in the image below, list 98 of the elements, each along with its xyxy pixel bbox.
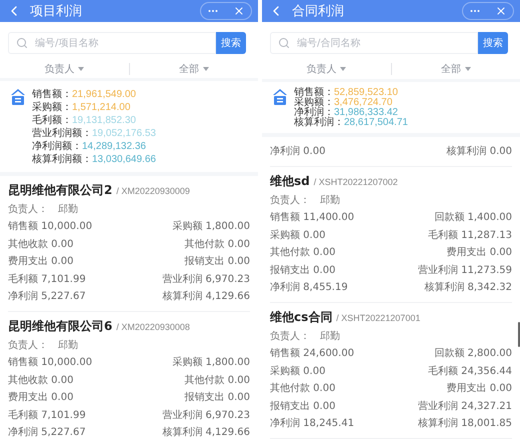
summary-label: 核算利润： <box>294 118 344 128</box>
summary-label: 净利润额： <box>32 140 82 153</box>
summary-label: 采购额： <box>294 98 334 108</box>
caret-icon <box>464 67 471 72</box>
metric-text: 净利润 8,455.19 <box>270 280 348 294</box>
record-code: / XM20220930009 <box>116 186 190 196</box>
metric-text: 毛利额 11,287.13 <box>428 228 512 242</box>
summary-label: 销售额： <box>294 88 334 98</box>
metric-text: 核算利润 0.00 <box>446 144 512 158</box>
metric-text: 其他收款 0.00 <box>8 374 74 387</box>
metric-text: 回款额 1,400.00 <box>434 210 512 224</box>
metric-text: 采购额 1,800.00 <box>172 220 250 234</box>
summary-value: 52,859,523.10 <box>334 88 398 98</box>
search-icon <box>278 37 290 49</box>
summary-icon <box>272 88 288 106</box>
owner-label: 负责人： <box>8 202 48 216</box>
metric-text: 核算利润 4,129.66 <box>162 290 250 304</box>
summary-label: 净利润： <box>294 108 334 118</box>
metric-text: 销售额 24,600.00 <box>270 346 354 360</box>
record-code: / XSHT20221207001 <box>336 313 420 323</box>
metric-text: 毛利额 7,101.99 <box>8 408 86 422</box>
filter-dropdown[interactable]: 全部 <box>130 62 258 76</box>
metric-text: 其他付款 0.00 <box>184 238 250 251</box>
owner-name: 邱勤 <box>320 194 340 207</box>
summary-value: 3,476,724.70 <box>334 98 392 108</box>
record-name[interactable]: 昆明维他有限公司2 <box>8 182 112 199</box>
search-button[interactable]: 搜索 <box>478 32 508 54</box>
metric-text: 营业利润 6,970.23 <box>162 272 250 286</box>
metric-text: 费用支出 0.00 <box>446 382 512 396</box>
metric-text: 费用支出 0.00 <box>446 246 512 260</box>
summary-value: 31,986,333.42 <box>334 108 398 118</box>
close-icon[interactable] <box>233 5 245 17</box>
metric-text: 其他收款 0.00 <box>8 238 74 251</box>
record-name[interactable]: 维他cs合同 <box>270 309 332 326</box>
metric-text: 毛利额 24,356.44 <box>428 364 512 378</box>
summary-value: 19,131,852.30 <box>72 114 136 127</box>
metric-text: 报销支出 0.00 <box>270 400 336 413</box>
record-name[interactable]: 昆明维他有限公司6 <box>8 318 112 335</box>
summary-label: 核算利润额： <box>32 153 92 166</box>
summary-label: 营业利润额： <box>32 127 92 140</box>
filter-dropdown[interactable]: 负责人 <box>0 62 128 76</box>
metric-text: 采购额 1,800.00 <box>172 356 250 370</box>
filter-dropdown[interactable]: 负责人 <box>262 62 390 76</box>
metric-text: 其他付款 0.00 <box>270 382 336 396</box>
metric-text: 销售额 10,000.00 <box>8 220 92 234</box>
metric-text: 销售额 10,000.00 <box>8 356 92 370</box>
filter-dropdown[interactable]: 全部 <box>392 62 520 76</box>
metric-text: 回款额 2,800.00 <box>434 346 512 360</box>
metric-text: 净利润 5,227.67 <box>8 426 86 439</box>
search-icon <box>16 37 28 49</box>
owner-name: 邱勤 <box>58 338 78 352</box>
summary-value: 13,030,649.66 <box>92 153 156 166</box>
metric-text: 营业利润 6,970.23 <box>162 408 250 422</box>
owner-label: 负责人： <box>270 330 310 343</box>
metric-text: 营业利润 11,273.59 <box>418 264 512 277</box>
summary-value: 14,289,132.36 <box>82 140 146 153</box>
metric-text: 营业利润 24,327.21 <box>418 400 512 413</box>
metric-text: 净利润 0.00 <box>270 144 326 158</box>
summary-value: 28,617,504.71 <box>344 118 408 128</box>
search-field[interactable]: 编号/项目名称 <box>8 32 216 54</box>
metric-text: 报销支出 0.00 <box>184 254 250 268</box>
record-name[interactable]: 维他sd <box>270 173 310 190</box>
caret-icon <box>202 67 209 71</box>
metric-text: 核算利润 18,001.85 <box>418 416 512 430</box>
metric-text: 采购额 0.00 <box>270 228 326 242</box>
metric-text: 净利润 18,245.41 <box>270 416 354 430</box>
metric-text: 其他付款 0.00 <box>270 246 336 260</box>
summary-icon <box>10 88 26 106</box>
summary-value: 21,961,549.00 <box>72 88 136 101</box>
summary-label: 销售额： <box>32 88 72 101</box>
caret-icon <box>340 67 346 72</box>
metric-text: 核算利润 4,129.66 <box>162 426 250 439</box>
metric-text: 费用支出 0.00 <box>8 254 74 268</box>
summary-label: 采购额： <box>32 101 72 114</box>
owner-label: 负责人： <box>270 194 310 207</box>
record-code: / XSHT20221207002 <box>314 177 398 187</box>
metric-text: 毛利额 7,101.99 <box>8 272 86 286</box>
close-icon[interactable] <box>495 5 507 17</box>
summary-label: 毛利额： <box>32 114 72 127</box>
metric-text: 费用支出 0.00 <box>8 390 74 404</box>
owner-name: 邱勤 <box>58 202 78 216</box>
search-button[interactable]: 搜索 <box>216 32 246 54</box>
metric-text: 报销支出 0.00 <box>184 390 250 404</box>
caret-icon <box>78 67 84 71</box>
page-title: 合同利润 <box>292 3 345 20</box>
metric-text: 采购额 0.00 <box>270 364 326 378</box>
search-field[interactable]: 编号/合同名称 <box>270 32 478 54</box>
metric-text: 销售额 11,400.00 <box>270 210 354 224</box>
page-title: 项目利润 <box>30 3 83 20</box>
owner-name: 邱勤 <box>320 330 340 343</box>
metric-text: 其他付款 0.00 <box>184 374 250 387</box>
owner-label: 负责人： <box>8 338 48 352</box>
summary-value: 1,571,214.00 <box>72 101 130 114</box>
metric-text: 净利润 5,227.67 <box>8 290 86 304</box>
metric-text: 核算利润 8,342.32 <box>424 280 512 294</box>
record-code: / XM20220930008 <box>116 322 190 332</box>
metric-text: 报销支出 0.00 <box>270 264 336 277</box>
summary-value: 19,052,176.53 <box>92 127 156 140</box>
